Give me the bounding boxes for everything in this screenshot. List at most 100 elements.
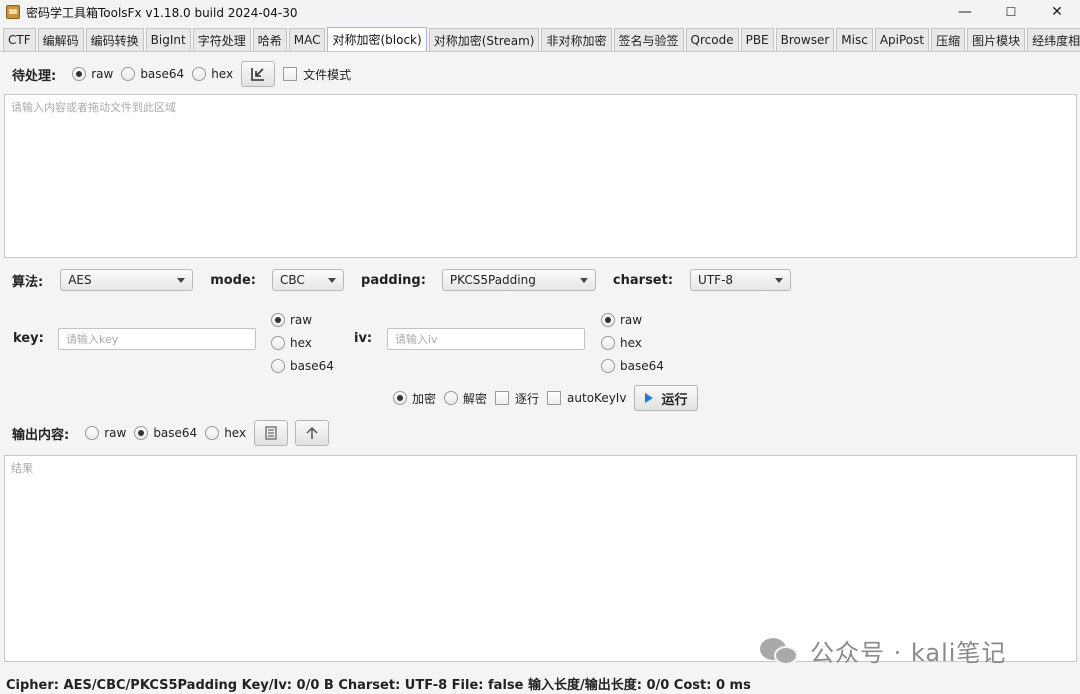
tab-symmetric-stream[interactable]: 对称加密(Stream) — [428, 28, 540, 51]
tab-symmetric-block[interactable]: 对称加密(block) — [327, 27, 427, 51]
key-label: key: — [13, 331, 44, 346]
radio-indicator — [601, 358, 615, 373]
clipboard-icon — [265, 426, 277, 440]
key-format-hex[interactable]: hex — [271, 331, 334, 354]
import-arrow-icon — [251, 68, 265, 81]
chevron-down-icon — [775, 278, 784, 283]
input-textarea[interactable]: 请输入内容或者拖动文件到此区域 — [4, 94, 1077, 258]
algo-label: 算法: — [12, 274, 44, 290]
copy-button[interactable] — [254, 420, 289, 446]
padding-select[interactable]: PKCS5Padding — [441, 269, 596, 291]
output-format-hex[interactable]: hex — [205, 426, 246, 440]
radio-indicator — [271, 358, 285, 373]
tab-misc[interactable]: Misc — [836, 28, 873, 51]
cipher-params-row: 算法: AES mode: CBC padding: PKCS5Padding … — [12, 269, 792, 291]
iv-input[interactable]: 请输入iv — [387, 328, 585, 350]
tab-string-process[interactable]: 字符处理 — [192, 28, 251, 51]
iv-format-base64[interactable]: base64 — [601, 354, 664, 377]
tab-qrcode[interactable]: Qrcode — [685, 28, 739, 51]
output-format-base64[interactable]: base64 — [134, 426, 197, 440]
input-label: 待处理: — [12, 68, 57, 84]
action-row: 加密 解密 逐行 autoKeyIv 运行 — [393, 385, 699, 411]
encrypt-radio[interactable]: 加密 — [393, 390, 436, 407]
padding-label: padding: — [361, 272, 426, 288]
auto-keyiv-checkbox[interactable]: autoKeyIv — [547, 391, 626, 405]
chevron-down-icon — [328, 278, 337, 283]
input-format-row: 待处理: raw base64 hex 文件模式 — [12, 61, 359, 87]
tab-compress[interactable]: 压缩 — [931, 28, 966, 51]
checkbox-indicator — [283, 67, 298, 81]
move-up-button[interactable] — [295, 420, 330, 446]
iv-format-raw[interactable]: raw — [601, 308, 664, 331]
line-by-line-checkbox[interactable]: 逐行 — [495, 390, 539, 407]
iv-label: iv: — [354, 331, 373, 346]
radio-indicator — [601, 335, 615, 350]
maximize-button[interactable]: ☐ — [988, 0, 1034, 24]
key-format-group: raw hex base64 — [271, 308, 342, 377]
radio-indicator — [444, 391, 459, 405]
key-input[interactable]: 请输入key — [58, 328, 256, 350]
input-placeholder: 请输入内容或者拖动文件到此区域 — [11, 101, 176, 114]
tab-geo[interactable]: 经纬度相关 — [1027, 28, 1080, 51]
tab-ctf[interactable]: CTF — [3, 28, 36, 51]
tab-bigint[interactable]: BigInt — [145, 28, 191, 51]
tab-browser[interactable]: Browser — [775, 28, 835, 51]
radio-indicator — [205, 426, 220, 440]
output-format-raw[interactable]: raw — [85, 426, 126, 440]
mode-label: mode: — [210, 272, 257, 288]
tab-codec[interactable]: 编解码 — [37, 28, 84, 51]
close-button[interactable]: ✕ — [1034, 0, 1080, 24]
output-placeholder: 结果 — [11, 462, 33, 475]
charset-select[interactable]: UTF-8 — [690, 269, 792, 291]
file-mode-checkbox[interactable]: 文件模式 — [283, 66, 351, 83]
radio-indicator — [271, 335, 285, 350]
radio-indicator — [72, 67, 87, 81]
title-bar: 密码学工具箱ToolsFx v1.18.0 build 2024-04-30 —… — [0, 0, 1080, 24]
key-format-base64[interactable]: base64 — [271, 354, 334, 377]
tab-apipost[interactable]: ApiPost — [874, 28, 930, 51]
radio-indicator — [192, 67, 207, 81]
checkbox-indicator — [495, 391, 510, 405]
radio-indicator — [601, 312, 615, 327]
tab-pbe[interactable]: PBE — [740, 28, 774, 51]
tab-mac[interactable]: MAC — [288, 28, 326, 51]
input-format-raw[interactable]: raw — [72, 67, 113, 81]
output-label: 输出内容: — [12, 427, 70, 443]
decrypt-radio[interactable]: 解密 — [444, 390, 487, 407]
radio-indicator — [271, 312, 285, 327]
radio-indicator — [393, 391, 407, 405]
window-title: 密码学工具箱ToolsFx v1.18.0 build 2024-04-30 — [26, 5, 298, 20]
output-format-row: 输出内容: raw base64 hex — [12, 420, 330, 446]
checkbox-indicator — [547, 391, 562, 405]
algo-select[interactable]: AES — [60, 269, 194, 291]
minimize-button[interactable]: — — [942, 0, 988, 24]
input-format-base64[interactable]: base64 — [121, 67, 184, 81]
arrow-up-icon — [306, 426, 318, 439]
tab-signature[interactable]: 签名与验签 — [613, 28, 684, 51]
mode-select[interactable]: CBC — [272, 269, 345, 291]
tab-image[interactable]: 图片模块 — [967, 28, 1026, 51]
watermark: 公众号 · kali笔记 — [760, 633, 1006, 668]
iv-format-group: raw hex base64 — [601, 308, 672, 377]
output-textarea[interactable]: 结果 — [4, 455, 1077, 662]
status-bar: Cipher: AES/CBC/PKCS5Padding Key/Iv: 0/0… — [6, 678, 751, 693]
tab-encoding-convert[interactable]: 编码转换 — [85, 28, 144, 51]
iv-format-hex[interactable]: hex — [601, 331, 664, 354]
run-button[interactable]: 运行 — [634, 385, 699, 411]
key-format-raw[interactable]: raw — [271, 308, 334, 331]
tab-asymmetric[interactable]: 非对称加密 — [541, 28, 612, 51]
input-format-hex[interactable]: hex — [192, 67, 233, 81]
app-logo-icon — [6, 5, 20, 19]
wechat-logo-icon — [760, 636, 800, 666]
tab-hash[interactable]: 哈希 — [252, 28, 287, 51]
radio-indicator — [134, 426, 149, 440]
watermark-text: 公众号 · kali笔记 — [810, 639, 1007, 667]
chevron-down-icon — [177, 278, 186, 283]
charset-label: charset: — [612, 272, 674, 288]
play-icon — [645, 393, 654, 403]
tab-bar: CTF 编解码 编码转换 BigInt 字符处理 哈希 MAC 对称加密(blo… — [0, 27, 1080, 52]
radio-indicator — [121, 67, 136, 81]
import-file-button[interactable] — [241, 61, 276, 87]
chevron-down-icon — [579, 278, 588, 283]
radio-indicator — [85, 426, 100, 440]
